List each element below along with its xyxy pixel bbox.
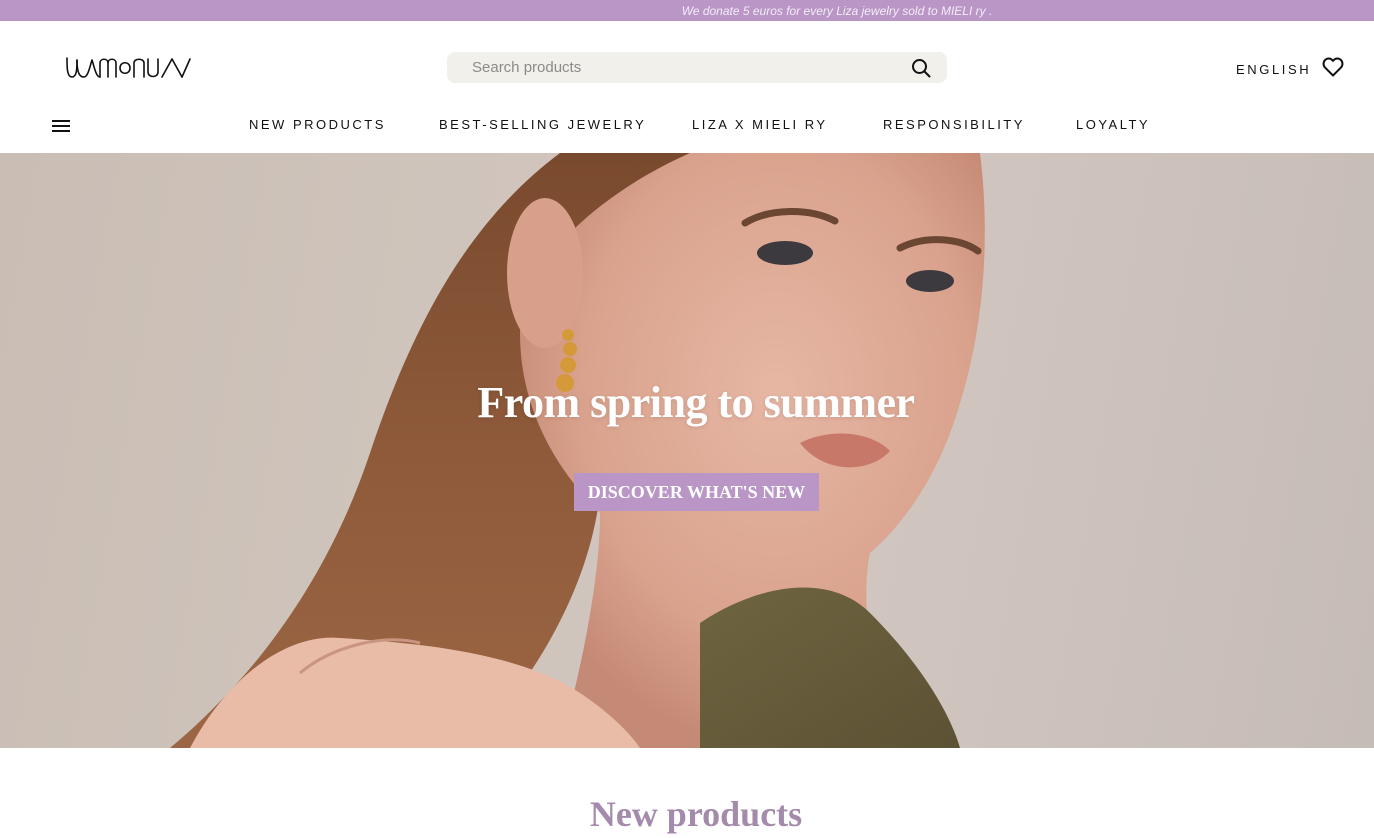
nav-item-new-products[interactable]: NEW PRODUCTS bbox=[249, 117, 386, 132]
nav-item-best-selling-jewelry[interactable]: BEST-SELLING JEWELRY bbox=[439, 117, 646, 132]
main-navigation: NEW PRODUCTS BEST-SELLING JEWELRY LIZA X… bbox=[0, 117, 1374, 135]
nav-item-responsibility[interactable]: RESPONSIBILITY bbox=[883, 117, 1025, 132]
site-header: ENGLISH NEW PRODUCTS BEST-SELLING JEWELR… bbox=[0, 21, 1374, 153]
search-bar bbox=[447, 52, 947, 83]
hero-photo bbox=[170, 153, 985, 748]
nav-item-loyalty[interactable]: LOYALTY bbox=[1076, 117, 1150, 132]
announcement-bar: We donate 5 euros for every Liza jewelry… bbox=[0, 0, 1374, 21]
new-products-title: New products bbox=[589, 794, 803, 834]
heart-icon[interactable] bbox=[1321, 55, 1345, 79]
brand-logo[interactable] bbox=[64, 54, 194, 82]
search-input[interactable] bbox=[472, 59, 909, 76]
announcement-text: We donate 5 euros for every Liza jewelry… bbox=[681, 3, 993, 18]
discover-button[interactable]: DISCOVER WHAT'S NEW bbox=[574, 473, 819, 511]
language-selector[interactable]: ENGLISH bbox=[1236, 62, 1311, 77]
nav-item-liza-x-mieli-ry[interactable]: LIZA X MIELI RY bbox=[692, 117, 828, 132]
hero-banner: From spring to summer DISCOVER WHAT'S NE… bbox=[0, 153, 1374, 748]
hero-title: From spring to summer bbox=[477, 378, 915, 427]
search-icon[interactable] bbox=[909, 56, 933, 80]
